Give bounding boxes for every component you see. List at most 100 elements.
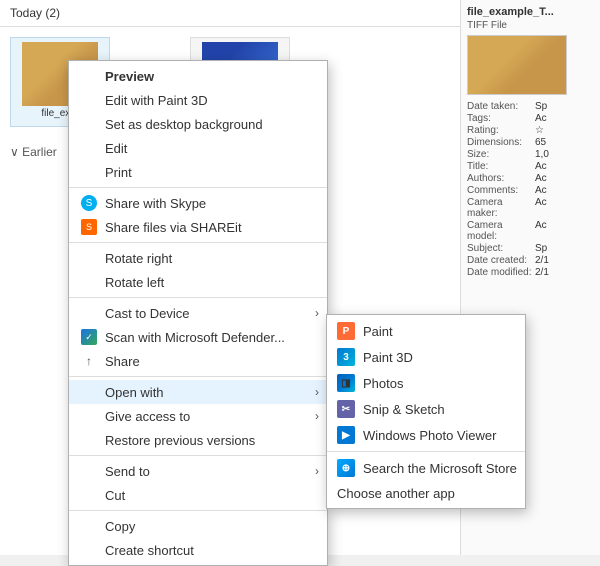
right-panel-title: file_example_T... (467, 6, 594, 18)
detail-val: 2/1 (535, 255, 549, 266)
skype-icon: S (79, 193, 99, 213)
menu-item-cast-to-device[interactable]: Cast to Device › (69, 301, 327, 325)
detail-row: Title:Ac (467, 161, 594, 172)
submenu-item-label: Photos (363, 376, 403, 391)
earlier-section: ∨ Earlier (10, 145, 57, 159)
detail-val: Ac (535, 197, 547, 219)
submenu-item-paint-3d[interactable]: 3 Paint 3D (327, 344, 525, 370)
menu-item-label: Restore previous versions (105, 433, 255, 448)
menu-item-open-with[interactable]: Open with› (69, 380, 327, 404)
menu-item-rotate-right[interactable]: Rotate right (69, 246, 327, 270)
right-panel-preview (467, 35, 567, 95)
detail-val: ☆ (535, 125, 544, 136)
menu-item-label: Send to (105, 464, 150, 479)
detail-row: Tags:Ac (467, 113, 594, 124)
menu-item-send-to[interactable]: Send to › (69, 459, 327, 483)
menu-item-set-as-desktop-background[interactable]: Set as desktop background (69, 112, 327, 136)
menu-item-give-access-to[interactable]: Give access to › (69, 404, 327, 428)
menu-item-share-with-skype[interactable]: S Share with Skype (69, 191, 327, 215)
submenu-arrow: › (315, 306, 319, 320)
skype-icon: S (81, 195, 97, 211)
submenu-item-label: Paint (363, 324, 393, 339)
detail-row: Subject:Sp (467, 243, 594, 254)
detail-row: Date modified:2/1 (467, 267, 594, 278)
detail-row: Date taken:Sp (467, 101, 594, 112)
menu-separator (69, 376, 327, 377)
store-icon: ⊕ (337, 459, 355, 477)
submenu-item-label: Choose another app (337, 486, 455, 501)
menu-item-preview[interactable]: Preview (69, 64, 327, 88)
photos-icon: ◨ (337, 374, 355, 392)
detail-list: Date taken:SpTags:AcRating:☆Dimensions:6… (467, 101, 594, 278)
submenu-item-snip-&-sketch[interactable]: ✂ Snip & Sketch (327, 396, 525, 422)
menu-item-label: Scan with Microsoft Defender... (105, 330, 285, 345)
defender-icon: ✓ (81, 329, 97, 345)
share-icon: ↑ (79, 351, 99, 371)
context-menu: Preview Edit with Paint 3D Set as desktop … (68, 60, 328, 566)
detail-row: Size:1,0 (467, 149, 594, 160)
submenu-item-choose-another-app[interactable]: Choose another app (327, 481, 525, 505)
menu-item-share-files-via-shareit[interactable]: SShare files via SHAREit (69, 215, 327, 239)
share-icon: ↑ (81, 353, 97, 369)
detail-row: Dimensions:65 (467, 137, 594, 148)
submenu-item-photos[interactable]: ◨ Photos (327, 370, 525, 396)
detail-key: Subject: (467, 243, 535, 254)
menu-item-label: Edit with Paint 3D (105, 93, 208, 108)
snip-icon: ✂ (337, 400, 355, 418)
submenu-item-windows-photo-viewer[interactable]: ▶Windows Photo Viewer (327, 422, 525, 448)
defender-icon: ✓ (79, 327, 99, 347)
detail-key: Comments: (467, 185, 535, 196)
detail-val: 1,0 (535, 149, 549, 160)
submenu-arrow: › (315, 464, 319, 478)
menu-item-copy[interactable]: Copy (69, 514, 327, 538)
menu-item-label: Edit (105, 141, 127, 156)
submenu-item-search-the-microsoft-store[interactable]: ⊕ Search the Microsoft Store (327, 455, 525, 481)
detail-row: Date created:2/1 (467, 255, 594, 266)
submenu-item-label: Snip & Sketch (363, 402, 445, 417)
detail-key: Authors: (467, 173, 535, 184)
detail-key: Camera model: (467, 220, 535, 242)
menu-item-restore-previous-versions[interactable]: Restore previous versions (69, 428, 327, 452)
detail-key: Date created: (467, 255, 535, 266)
detail-val: Ac (535, 173, 547, 184)
menu-item-label: Cast to Device (105, 306, 190, 321)
menu-separator (69, 187, 327, 188)
menu-item-label: Share files via SHAREit (105, 220, 242, 235)
menu-item-scan-with-microsoft-defender...[interactable]: ✓ Scan with Microsoft Defender... (69, 325, 327, 349)
detail-row: Camera model:Ac (467, 220, 594, 242)
menu-item-label: Give access to (105, 409, 190, 424)
submenu-item-label: Search the Microsoft Store (363, 461, 517, 476)
detail-key: Date modified: (467, 267, 535, 278)
menu-item-label: Set as desktop background (105, 117, 263, 132)
menu-item-label: Print (105, 165, 132, 180)
menu-item-edit-with-paint-3d[interactable]: Edit with Paint 3D (69, 88, 327, 112)
menu-item-cut[interactable]: Cut (69, 483, 327, 507)
right-panel-subtitle: TIFF File (467, 20, 594, 31)
menu-separator (69, 242, 327, 243)
submenu-item-paint[interactable]: PPaint (327, 318, 525, 344)
detail-row: Authors:Ac (467, 173, 594, 184)
detail-val: 65 (535, 137, 546, 148)
detail-val: 2/1 (535, 267, 549, 278)
paint3d-icon: 3 (337, 348, 355, 366)
today-label: Today (2) (10, 6, 60, 20)
menu-item-rotate-left[interactable]: Rotate left (69, 270, 327, 294)
detail-key: Size: (467, 149, 535, 160)
menu-item-create-shortcut[interactable]: Create shortcut (69, 538, 327, 562)
menu-item-label: Share with Skype (105, 196, 206, 211)
submenu-item-label: Paint 3D (363, 350, 413, 365)
detail-val: Ac (535, 161, 547, 172)
submenu-arrow: › (315, 409, 319, 423)
detail-val: Sp (535, 101, 547, 112)
submenu-item-label: Windows Photo Viewer (363, 428, 496, 443)
menu-separator (69, 297, 327, 298)
detail-key: Date taken: (467, 101, 535, 112)
menu-item-label: Create shortcut (105, 543, 194, 558)
detail-val: Ac (535, 220, 547, 242)
menu-item-share[interactable]: ↑Share (69, 349, 327, 373)
menu-item-print[interactable]: Print (69, 160, 327, 184)
submenu-arrow: › (315, 385, 319, 399)
detail-row: Rating:☆ (467, 125, 594, 136)
menu-item-edit[interactable]: Edit (69, 136, 327, 160)
menu-item-label: Cut (105, 488, 125, 503)
